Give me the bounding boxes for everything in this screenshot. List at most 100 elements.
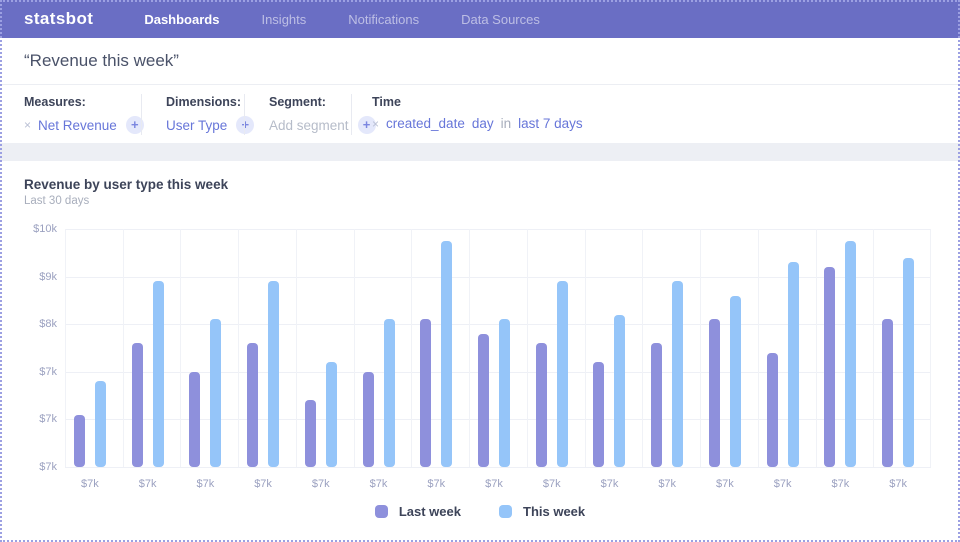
nav-item-dashboards[interactable]: Dashboards (123, 12, 240, 27)
y-axis-tick-label: $8k (7, 318, 57, 330)
vertical-gridline (180, 229, 181, 467)
x-axis-tick-label: $7k (878, 478, 918, 490)
bar-this-week[interactable] (845, 241, 856, 467)
remove-time-filter-icon[interactable]: × (372, 118, 379, 130)
legend-label: Last week (399, 504, 461, 519)
vertical-gridline (700, 229, 701, 467)
x-axis-tick-label: $7k (243, 478, 283, 490)
bar-this-week[interactable] (210, 319, 221, 467)
horizontal-gridline (65, 229, 931, 230)
bar-this-week[interactable] (903, 258, 914, 467)
bar-last-week[interactable] (189, 372, 200, 467)
x-axis-tick-label: $7k (820, 478, 860, 490)
bar-this-week[interactable] (614, 315, 625, 467)
vertical-gridline (65, 229, 66, 467)
vertical-gridline (527, 229, 528, 467)
time-join-word: in (501, 116, 512, 131)
vertical-gridline (123, 229, 124, 467)
vertical-gridline (642, 229, 643, 467)
x-axis-tick-label: $7k (185, 478, 225, 490)
bar-last-week[interactable] (305, 400, 316, 467)
bar-last-week[interactable] (478, 334, 489, 467)
x-axis-tick-label: $7k (532, 478, 572, 490)
legend-item-last-week[interactable]: Last week (375, 504, 461, 519)
nav-item-insights[interactable]: Insights (240, 12, 327, 27)
vertical-gridline (469, 229, 470, 467)
horizontal-gridline (65, 467, 931, 468)
section-divider (0, 143, 960, 161)
bar-this-week[interactable] (499, 319, 510, 467)
time-field[interactable]: created_date (386, 116, 465, 131)
nav-item-notifications[interactable]: Notifications (327, 12, 440, 27)
bar-last-week[interactable] (132, 343, 143, 467)
dashboard-title-bar: “Revenue this week” (0, 38, 960, 85)
add-segment-placeholder[interactable]: Add segment (269, 118, 349, 133)
vertical-gridline (354, 229, 355, 467)
vertical-gridline (930, 229, 931, 467)
bar-last-week[interactable] (709, 319, 720, 467)
chart-subtitle: Last 30 days (24, 195, 89, 207)
bar-last-week[interactable] (363, 372, 374, 467)
chart-title: Revenue by user type this week (24, 177, 228, 192)
x-axis-tick-label: $7k (301, 478, 341, 490)
vertical-gridline (296, 229, 297, 467)
legend-swatch-icon (499, 505, 512, 518)
bar-last-week[interactable] (74, 415, 85, 467)
bar-last-week[interactable] (824, 267, 835, 467)
y-axis-tick-label: $10k (7, 223, 57, 235)
bar-this-week[interactable] (730, 296, 741, 467)
app-window: statsbot Dashboards Insights Notificatio… (0, 0, 960, 542)
remove-measure-icon[interactable]: × (24, 119, 31, 131)
dimension-user-type[interactable]: User Type (166, 118, 227, 133)
legend-label: This week (523, 504, 585, 519)
bar-this-week[interactable] (384, 319, 395, 467)
time-label: Time (372, 95, 583, 109)
bar-chart-plot-area (65, 229, 931, 467)
vertical-gridline (873, 229, 874, 467)
y-axis-tick-label: $9k (7, 271, 57, 283)
bar-last-week[interactable] (767, 353, 778, 467)
bar-this-week[interactable] (557, 281, 568, 467)
top-nav-bar: statsbot Dashboards Insights Notificatio… (0, 0, 960, 38)
measure-net-revenue[interactable]: Net Revenue (38, 118, 117, 133)
bar-last-week[interactable] (420, 319, 431, 467)
page-title[interactable]: “Revenue this week” (24, 51, 179, 71)
vertical-gridline (238, 229, 239, 467)
bar-last-week[interactable] (651, 343, 662, 467)
measures-group: Measures: × Net Revenue + (0, 86, 142, 143)
bar-this-week[interactable] (268, 281, 279, 467)
bar-this-week[interactable] (788, 262, 799, 467)
statsbot-logo[interactable]: statsbot (24, 9, 93, 29)
nav-item-data-sources[interactable]: Data Sources (440, 12, 561, 27)
bar-this-week[interactable] (672, 281, 683, 467)
time-granularity[interactable]: day (472, 116, 494, 131)
chart-legend: Last week This week (0, 504, 960, 519)
bar-this-week[interactable] (441, 241, 452, 467)
x-axis-tick-label: $7k (474, 478, 514, 490)
y-axis-tick-label: $7k (7, 461, 57, 473)
x-axis-tick-label: $7k (705, 478, 745, 490)
bar-last-week[interactable] (882, 319, 893, 467)
bar-last-week[interactable] (593, 362, 604, 467)
query-builder-bar: Measures: × Net Revenue + Dimensions: Us… (0, 86, 960, 143)
x-axis-tick-label: $7k (70, 478, 110, 490)
bar-last-week[interactable] (247, 343, 258, 467)
x-axis-tick-label: $7k (647, 478, 687, 490)
vertical-gridline (411, 229, 412, 467)
vertical-gridline (585, 229, 586, 467)
y-axis-tick-label: $7k (7, 413, 57, 425)
vertical-gridline (758, 229, 759, 467)
legend-item-this-week[interactable]: This week (499, 504, 585, 519)
x-axis-tick-label: $7k (416, 478, 456, 490)
chart-card: Revenue by user type this week Last 30 d… (0, 161, 960, 542)
dimensions-group: Dimensions: User Type + (142, 86, 245, 143)
bar-last-week[interactable] (536, 343, 547, 467)
measures-label: Measures: (24, 95, 142, 109)
time-range[interactable]: last 7 days (518, 116, 583, 131)
bar-this-week[interactable] (326, 362, 337, 467)
bar-this-week[interactable] (153, 281, 164, 467)
main-nav: Dashboards Insights Notifications Data S… (123, 12, 561, 27)
vertical-gridline (816, 229, 817, 467)
horizontal-gridline (65, 324, 931, 325)
bar-this-week[interactable] (95, 381, 106, 467)
